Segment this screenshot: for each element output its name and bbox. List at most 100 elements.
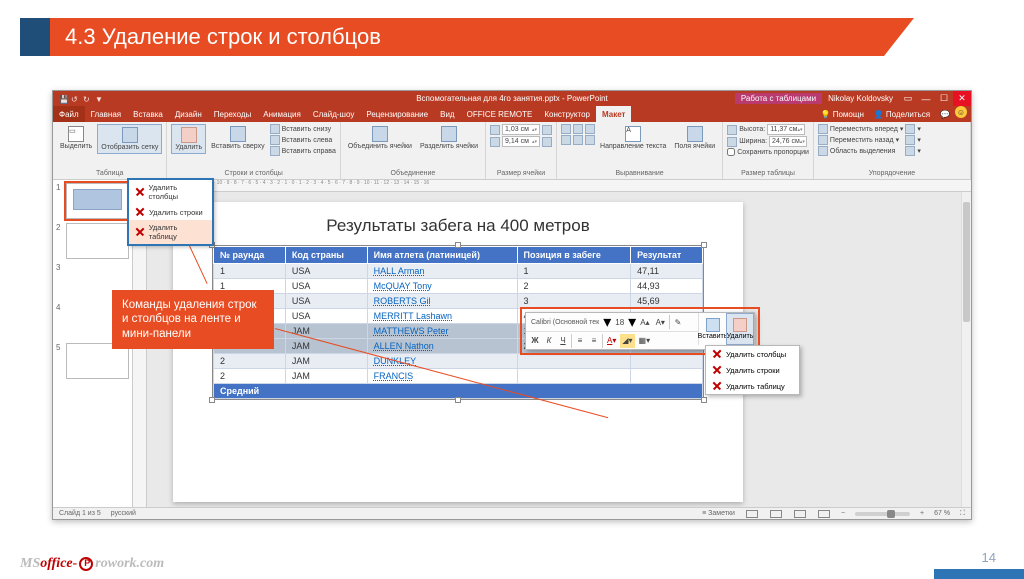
- tab-remote[interactable]: OFFICE REMOTE: [461, 106, 539, 122]
- table-cell[interactable]: MATTHEWS Peter: [367, 324, 517, 339]
- group-button[interactable]: ▾: [905, 135, 921, 145]
- user-name[interactable]: Nikolay Koldovsky: [822, 94, 899, 103]
- mini-delete-rows[interactable]: Удалить строки: [706, 362, 799, 378]
- minimize-button[interactable]: —: [917, 91, 935, 106]
- reading-view-icon[interactable]: [794, 510, 806, 518]
- horizontal-ruler[interactable]: 16 · 15 · 14 · 13 · 12 · 11 · 10 · 9 · 8…: [147, 180, 971, 192]
- mini-size[interactable]: 18: [613, 315, 626, 329]
- cell-margins-button[interactable]: Поля ячейки: [671, 124, 718, 152]
- table-cell[interactable]: 2: [214, 354, 286, 369]
- text-direction-button[interactable]: AНаправление текста: [597, 124, 669, 152]
- align-mid-row[interactable]: [561, 135, 595, 145]
- ribbon-options-icon[interactable]: ▭: [899, 91, 917, 106]
- close-button[interactable]: ✕: [953, 91, 971, 106]
- thumbnail-2[interactable]: [66, 223, 129, 259]
- tab-insert[interactable]: Вставка: [127, 106, 169, 122]
- zoom-value[interactable]: 67 %: [934, 510, 950, 517]
- align-icon[interactable]: ≡: [574, 334, 586, 348]
- tab-home[interactable]: Главная: [85, 106, 127, 122]
- scrollbar[interactable]: [961, 192, 971, 507]
- align-button[interactable]: ▾: [905, 124, 921, 134]
- mini-font[interactable]: Calibri (Основной тек: [529, 319, 601, 326]
- zoom-slider[interactable]: [855, 512, 910, 516]
- bring-forward-button[interactable]: Переместить вперед ▾: [818, 124, 903, 134]
- table-cell[interactable]: [517, 354, 631, 369]
- align2-icon[interactable]: ≡: [588, 334, 600, 348]
- mini-delete-columns[interactable]: Удалить столбцы: [706, 346, 799, 362]
- table-cell[interactable]: McQUAY Tony: [367, 279, 517, 294]
- table-cell[interactable]: JAM: [285, 354, 367, 369]
- lock-ratio-check[interactable]: Сохранить пропорции: [727, 148, 809, 156]
- tab-transitions[interactable]: Переходы: [208, 106, 258, 122]
- selection-pane-button[interactable]: Область выделения: [818, 146, 903, 156]
- table-cell[interactable]: HALL Arman: [367, 264, 517, 279]
- table-cell[interactable]: [517, 369, 631, 384]
- tab-slideshow[interactable]: Слайд-шоу: [307, 106, 360, 122]
- shrink-font-icon[interactable]: A▾: [654, 315, 667, 329]
- table-cell[interactable]: ALLEN Nathon: [367, 339, 517, 354]
- table-cell[interactable]: [631, 369, 703, 384]
- tell-me[interactable]: 💡Помощн: [816, 106, 869, 122]
- thumbnail-1[interactable]: [66, 183, 129, 219]
- table-height-input[interactable]: Высота:11,37 см: [727, 124, 809, 135]
- smiley-icon[interactable]: ☺: [955, 106, 967, 118]
- notes-button[interactable]: ≡ Заметки: [702, 510, 735, 517]
- col-width-input[interactable]: 9,14 см: [490, 136, 552, 147]
- mini-insert-button[interactable]: Вставить: [698, 313, 726, 345]
- quick-access-toolbar[interactable]: 💾↺↻▼: [53, 95, 103, 103]
- fit-icon[interactable]: ⛶: [960, 510, 965, 518]
- table-cell[interactable]: 47,11: [631, 264, 703, 279]
- tab-review[interactable]: Рецензирование: [360, 106, 434, 122]
- zoom-in[interactable]: +: [920, 510, 924, 517]
- table-cell[interactable]: 3: [517, 294, 631, 309]
- table-width-input[interactable]: Ширина:24,76 см: [727, 136, 809, 147]
- delete-button[interactable]: Удалить: [171, 124, 206, 154]
- delete-columns-item[interactable]: Удалить столбцы: [129, 180, 212, 204]
- view-gridlines-button[interactable]: Отобразить сетку: [97, 124, 162, 154]
- table-cell[interactable]: JAM: [285, 369, 367, 384]
- table-cell[interactable]: 2: [517, 279, 631, 294]
- table-cell[interactable]: USA: [285, 264, 367, 279]
- table-cell[interactable]: USA: [285, 309, 367, 324]
- sorter-view-icon[interactable]: [770, 510, 782, 518]
- table-cell[interactable]: 1: [517, 264, 631, 279]
- bold-icon[interactable]: Ж: [529, 334, 541, 348]
- insert-below-button[interactable]: Вставить снизу: [270, 124, 336, 134]
- align-top-row[interactable]: [561, 124, 595, 134]
- mini-delete-table[interactable]: Удалить таблицу: [706, 378, 799, 394]
- zoom-out[interactable]: −: [841, 510, 845, 517]
- table-cell[interactable]: ROBERTS Gil: [367, 294, 517, 309]
- slideshow-view-icon[interactable]: [818, 510, 830, 518]
- table-cell[interactable]: 2: [214, 369, 286, 384]
- table-cell[interactable]: USA: [285, 279, 367, 294]
- table-tools-tab[interactable]: Работа с таблицами: [735, 93, 822, 104]
- delete-rows-item[interactable]: Удалить строки: [129, 204, 212, 220]
- tab-designer[interactable]: Конструктор: [538, 106, 596, 122]
- insert-above-button[interactable]: Вставить сверху: [208, 124, 267, 152]
- language[interactable]: русский: [111, 510, 136, 517]
- tab-animations[interactable]: Анимация: [257, 106, 307, 122]
- merge-cells-button[interactable]: Объединить ячейки: [345, 124, 415, 152]
- tab-view[interactable]: Вид: [434, 106, 460, 122]
- select-button[interactable]: ▭Выделить: [57, 124, 95, 152]
- font-color-icon[interactable]: A▾: [605, 334, 618, 348]
- italic-icon[interactable]: К: [543, 334, 555, 348]
- table-cell[interactable]: 45,69: [631, 294, 703, 309]
- insert-right-button[interactable]: Вставить справа: [270, 146, 336, 156]
- insert-left-button[interactable]: Вставить слева: [270, 135, 336, 145]
- table-cell[interactable]: DUNKLEY: [367, 354, 517, 369]
- slide-page[interactable]: Результаты забега на 400 метров № раунда…: [173, 202, 743, 502]
- table-cell[interactable]: 44,93: [631, 279, 703, 294]
- slide-counter[interactable]: Слайд 1 из 5: [59, 510, 101, 517]
- tab-design[interactable]: Дизайн: [169, 106, 208, 122]
- table-cell[interactable]: [631, 354, 703, 369]
- table-cell[interactable]: USA: [285, 294, 367, 309]
- split-cells-button[interactable]: Разделить ячейки: [417, 124, 481, 152]
- border-icon[interactable]: ▦▾: [637, 334, 653, 348]
- table-cell[interactable]: FRANCIS: [367, 369, 517, 384]
- mini-delete-button[interactable]: Удалить: [726, 313, 754, 345]
- normal-view-icon[interactable]: [746, 510, 758, 518]
- share-button[interactable]: 👤Поделиться: [869, 106, 935, 122]
- format-painter-icon[interactable]: ✎: [672, 315, 684, 329]
- grow-font-icon[interactable]: A▴: [638, 315, 651, 329]
